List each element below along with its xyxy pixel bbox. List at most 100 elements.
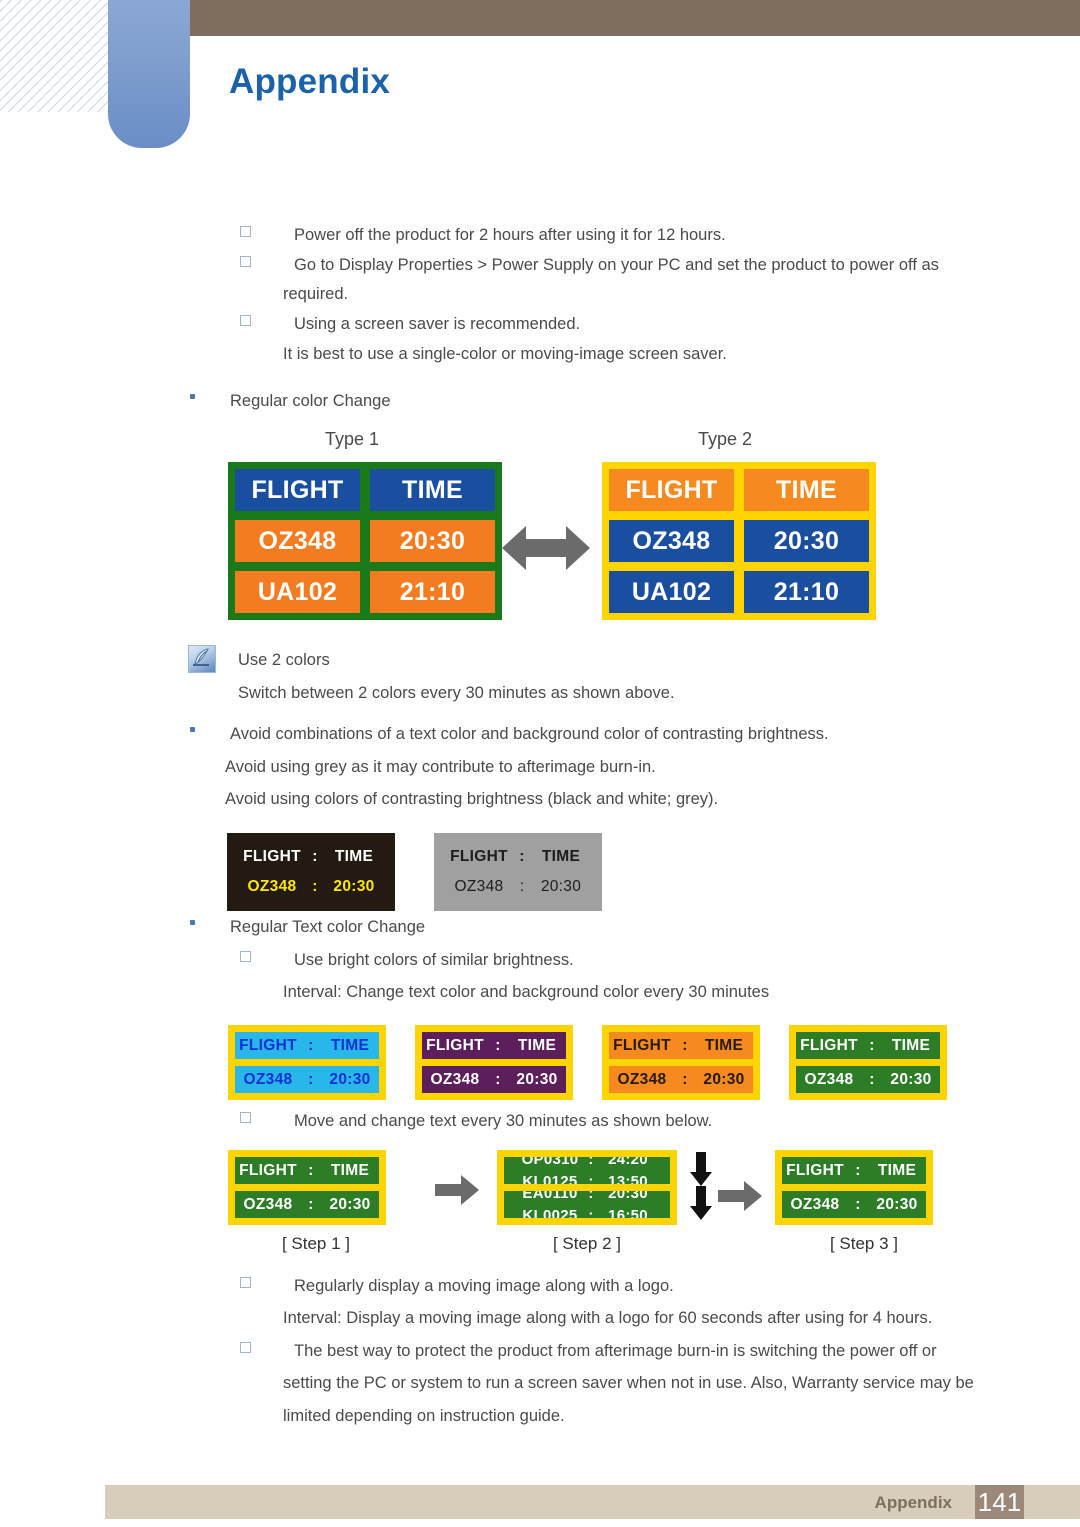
type-1-label: Type 1 [324,429,380,449]
body-text: Move and change text every 30 minutes as… [294,1112,713,1130]
footer-label: Appendix [874,1493,952,1512]
header-hatch-decoration [0,0,108,112]
list-item-continuation: Interval: Change text color and backgrou… [283,976,769,1009]
dot-bullet-icon [190,394,195,399]
board-row-header: FLIGHT TIME [235,469,495,511]
board-cell-time: 20:30 [703,1070,745,1088]
body-text: Regular color Change [230,392,391,410]
board-row-header: FLIGHT TIME [609,469,869,511]
list-item: Using a screen saver is recommended. [240,308,580,341]
body-text: Use bright colors of similar brightness. [294,951,574,969]
list-item-continuation: It is best to use a single-color or movi… [283,338,727,371]
list-item-continuation: limited depending on instruction guide. [283,1400,565,1433]
board-row: OZ348 : 20:30 [239,872,383,902]
body-text: The best way to protect the product from… [294,1342,937,1360]
board-cell-flight: FLIGHT [613,1036,671,1054]
board-cell-flight: UA102 [609,571,734,613]
board-cell-flight: OZ348 [454,878,504,895]
list-item-continuation: required. [283,278,348,311]
dot-bullet-icon [190,727,195,732]
board-cell-flight: FLIGHT [609,469,734,511]
dark-board: FLIGHT : TIME OZ348 : 20:30 [227,833,395,911]
board-row: OZ348 : 20:30 [609,1066,753,1093]
board-separator: : [495,1036,501,1054]
note-title: Use 2 colors [238,651,330,669]
board-row: UA102 21:10 [235,571,495,613]
cyan-board: FLIGHT : TIME OZ348 : 20:30 [228,1025,386,1100]
body-text: limited depending on instruction guide. [283,1407,565,1425]
board-cell-flight: OZ348 [790,1195,840,1213]
board-cell-time: 13:50 [608,1172,648,1185]
board-row-scrolling: OP0310 : 24:20 KL0125 : 13:50 [504,1157,670,1184]
type-2-label: Type 2 [697,429,753,449]
page-number: 141 [977,1487,1022,1517]
board-cell-time: TIME [744,469,869,511]
board-row: EA0110 : 20:30 [504,1191,670,1204]
board-separator: : [519,878,525,895]
list-item-continuation: Interval: Display a moving image along w… [283,1302,932,1335]
board-cell-time: 20:30 [608,1191,648,1202]
board-cell-flight: OZ348 [243,1195,293,1213]
board-cell-flight: FLIGHT [239,1036,297,1054]
board-row: OZ348 : 20:30 [782,1191,926,1218]
step-1-board: FLIGHT : TIME OZ348 : 20:30 [228,1150,386,1225]
board-separator: : [682,1036,688,1054]
board-cell-time: 20:30 [876,1195,918,1213]
list-item: The best way to protect the product from… [240,1335,937,1368]
green-board: FLIGHT : TIME OZ348 : 20:30 [789,1025,947,1100]
list-item: Power off the product for 2 hours after … [240,219,726,252]
board-cell-time: 20:30 [370,520,495,562]
list-item-continuation: setting the PC or system to run a screen… [283,1367,974,1400]
board-row: OZ348 : 20:30 [796,1066,940,1093]
board-cell-flight: OZ348 [617,1070,667,1088]
board-cell-time: 21:10 [370,571,495,613]
list-item: Regularly display a moving image along w… [240,1270,674,1303]
body-text: Regular Text color Change [230,918,426,936]
board-separator: : [588,1191,594,1202]
board-cell-time: TIME [541,848,581,865]
board-row: UA102 21:10 [609,571,869,613]
board-cell-flight: OZ348 [430,1070,480,1088]
board-cell-time: TIME [334,848,374,865]
body-text: It is best to use a single-color or movi… [283,345,727,363]
board-cell-flight: OZ348 [247,878,297,895]
square-bullet-icon [240,951,251,962]
body-text: Using a screen saver is recommended. [294,315,581,333]
square-bullet-icon [240,1277,251,1288]
board-cell-flight: OZ348 [804,1070,854,1088]
board-separator: : [308,1195,314,1213]
step-2-label: [ Step 2 ] [552,1234,622,1253]
board-cell-flight: FLIGHT [786,1161,844,1179]
board-separator: : [588,1206,594,1219]
board-cell-flight: OZ348 [243,1070,293,1088]
board-separator: : [588,1172,594,1185]
list-item: Avoid combinations of a text color and b… [190,718,829,751]
orange-board: FLIGHT : TIME OZ348 : 20:30 [602,1025,760,1100]
square-bullet-icon [240,1342,251,1353]
board-separator: : [519,848,525,865]
list-item: Use bright colors of similar brightness. [240,944,574,977]
board-row-header: FLIGHT : TIME [235,1032,379,1059]
board-cell-time: TIME [370,469,495,511]
board-cell-flight: FLIGHT [450,848,508,865]
board-cell-time: TIME [330,1036,370,1054]
board-cell-time: 20:30 [890,1070,932,1088]
grey-board: FLIGHT : TIME OZ348 : 20:30 [434,833,602,911]
body-text: Go to Display Properties > Power Supply … [294,256,939,274]
body-text: Regularly display a moving image along w… [294,1277,674,1295]
header-brown-bar [190,0,1080,36]
board-row: OZ348 : 20:30 [235,1066,379,1093]
note-title-row: Use 2 colors [238,644,330,677]
list-item: Move and change text every 30 minutes as… [240,1105,712,1138]
board-separator: : [495,1070,501,1088]
board-cell-time: 20:30 [333,878,375,895]
body-text: Power off the product for 2 hours after … [294,226,726,244]
board-cell-time: TIME [877,1161,917,1179]
body-text: Interval: Change text color and backgrou… [283,983,770,1001]
board-cell-time: 20:30 [744,520,869,562]
board-separator: : [588,1157,594,1168]
square-bullet-icon [240,315,251,326]
board-cell-flight: EA0110 [522,1191,578,1202]
board-row: KL0125 : 13:50 [504,1170,670,1185]
board-separator: : [855,1195,861,1213]
